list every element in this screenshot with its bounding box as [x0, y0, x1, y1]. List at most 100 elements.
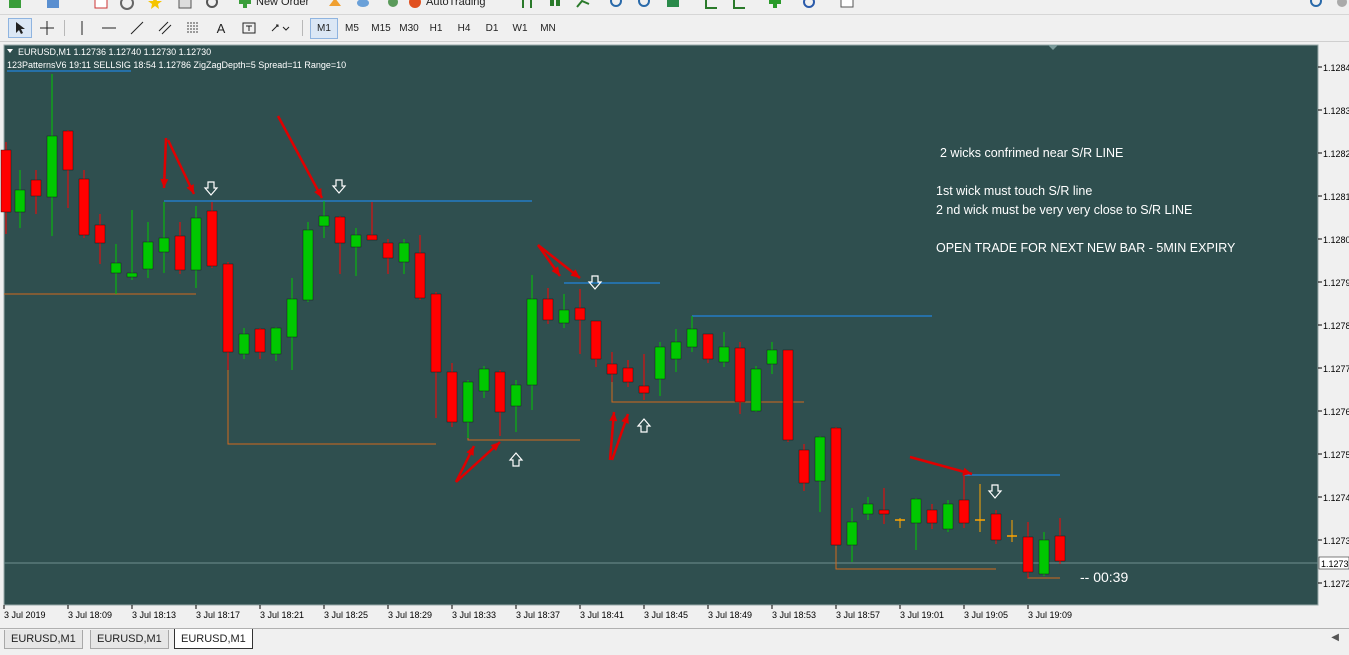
timeframe-m1-button[interactable]: M1 [310, 18, 338, 39]
cursor-icon[interactable] [8, 18, 32, 38]
candle-body [126, 272, 138, 278]
candle-body [558, 309, 570, 324]
candle-body [222, 263, 234, 353]
candle-body [958, 499, 970, 524]
tile-windows-icon[interactable] [664, 0, 682, 12]
price-label: 1.1276 [1323, 407, 1349, 417]
price-chart[interactable]: 1.1284 1.1283 1.1282 1.1281 1.1280 1.1279 1.12… [0, 42, 1349, 628]
price-label: 1.1281 [1323, 192, 1349, 202]
candle-body [798, 449, 810, 484]
candle-body [862, 503, 874, 515]
price-label: 1.1275 [1323, 450, 1349, 460]
community-icon[interactable] [354, 0, 372, 12]
time-label: 3 Jul 18:33 [452, 610, 496, 620]
fibonacci-icon[interactable] [182, 18, 204, 38]
arrows-dropdown-icon[interactable] [266, 18, 294, 38]
candle-body [622, 367, 634, 383]
chart-header-symbol: EURUSD,M1 1.12736 1.12740 1.12730 1.1273… [18, 47, 211, 57]
navigator-icon[interactable] [118, 0, 136, 12]
crosshair-icon[interactable] [36, 18, 58, 38]
bearish-candle [702, 333, 714, 363]
new-chart-icon[interactable] [6, 0, 24, 12]
chat-icon[interactable] [1334, 0, 1349, 12]
timeframe-d1-button[interactable]: D1 [478, 18, 506, 39]
candle-body [750, 368, 762, 412]
signals-icon[interactable] [384, 0, 402, 12]
chart-tab-3[interactable]: EURUSD,M1 [174, 629, 253, 649]
new-order-button[interactable]: New Order [238, 0, 309, 12]
text-label-icon[interactable] [238, 18, 260, 38]
price-label: 1.1274 [1323, 493, 1349, 503]
bar-chart-icon[interactable] [518, 0, 536, 12]
templates-icon[interactable] [838, 0, 856, 12]
time-label: 3 Jul 18:17 [196, 610, 240, 620]
chart-tab-2[interactable]: EURUSD,M1 [90, 630, 169, 649]
chart-plot-area[interactable] [3, 44, 1319, 606]
chart-tab-1[interactable]: EURUSD,M1 [4, 630, 83, 649]
bearish-candle [830, 427, 842, 546]
candle-body [990, 513, 1002, 541]
indicator-header: 123PatternsV6 19:11 SELLSIG 18:54 1.1278… [7, 60, 346, 70]
timeframe-m5-button[interactable]: M5 [338, 18, 366, 39]
candlestick-icon[interactable] [546, 0, 564, 12]
zoom-in-icon[interactable] [608, 0, 626, 12]
price-label: 1.1283 [1323, 106, 1349, 116]
chart-window: 1.1284 1.1283 1.1282 1.1281 1.1280 1.1279 1.12… [0, 42, 1349, 628]
candle-body [462, 381, 474, 423]
candle-body [270, 327, 282, 355]
tabs-scroll-left-icon[interactable]: ◀ [1331, 632, 1339, 643]
new-order-label: New Order [256, 0, 310, 8]
horizontal-line-icon[interactable] [98, 18, 120, 38]
terminal-icon[interactable] [176, 0, 194, 12]
candle-body [334, 216, 346, 244]
candle-body [286, 298, 298, 338]
autotrading-button[interactable]: AutoTrading [408, 0, 486, 12]
timeframe-mn-button[interactable]: MN [534, 18, 562, 39]
indicators-icon[interactable] [766, 0, 784, 12]
chart-shift-icon[interactable] [702, 0, 720, 12]
candle-body [318, 215, 330, 227]
candle-body [14, 189, 26, 213]
price-label: 1.1272 [1323, 579, 1349, 589]
candle-body [846, 521, 858, 546]
trendline-icon[interactable] [126, 18, 148, 38]
time-label: 3 Jul 18:37 [516, 610, 560, 620]
time-label: 3 Jul 18:25 [324, 610, 368, 620]
candle-body [350, 234, 362, 248]
profiles-icon[interactable] [44, 0, 62, 12]
candle-body [446, 371, 458, 423]
price-label: 1.1282 [1323, 149, 1349, 159]
search-icon[interactable] [1308, 0, 1326, 12]
text-tool-icon[interactable]: A [210, 18, 232, 38]
timeframe-h1-button[interactable]: H1 [422, 18, 450, 39]
timeframe-h4-button[interactable]: H4 [450, 18, 478, 39]
candle-body [686, 328, 698, 348]
candle-body [494, 371, 506, 413]
line-chart-icon[interactable] [574, 0, 592, 12]
candle-body [910, 498, 922, 524]
time-label: 3 Jul 18:21 [260, 610, 304, 620]
main-toolbar: New Order AutoTrading [0, 0, 1349, 15]
autoscroll-icon[interactable] [730, 0, 748, 12]
candle-body [382, 242, 394, 259]
drawing-toolbar: A M1 M5 M15 M30 H1 H4 D1 W1 MN [0, 15, 1349, 42]
candle-body [734, 347, 746, 403]
market-watch-icon[interactable] [92, 0, 110, 12]
timeframe-m15-button[interactable]: M15 [366, 18, 396, 39]
bullish-candle [942, 500, 954, 532]
zoom-out-icon[interactable] [636, 0, 654, 12]
tester-icon[interactable] [204, 0, 222, 12]
equidistant-channel-icon[interactable] [154, 18, 176, 38]
favorites-icon[interactable] [146, 0, 164, 12]
candle-body [782, 349, 794, 441]
vertical-line-icon[interactable] [72, 18, 92, 38]
timeframe-m30-button[interactable]: M30 [394, 18, 424, 39]
candle-body [0, 149, 12, 213]
chart-note: OPEN TRADE FOR NEXT NEW BAR - 5MIN EXPIR… [936, 241, 1236, 255]
candle-body [1054, 535, 1066, 562]
candle-body [718, 346, 730, 363]
timeframe-w1-button[interactable]: W1 [506, 18, 534, 39]
metaeditor-icon[interactable] [326, 0, 344, 12]
periods-icon[interactable] [800, 0, 818, 12]
bearish-candle [782, 349, 794, 442]
